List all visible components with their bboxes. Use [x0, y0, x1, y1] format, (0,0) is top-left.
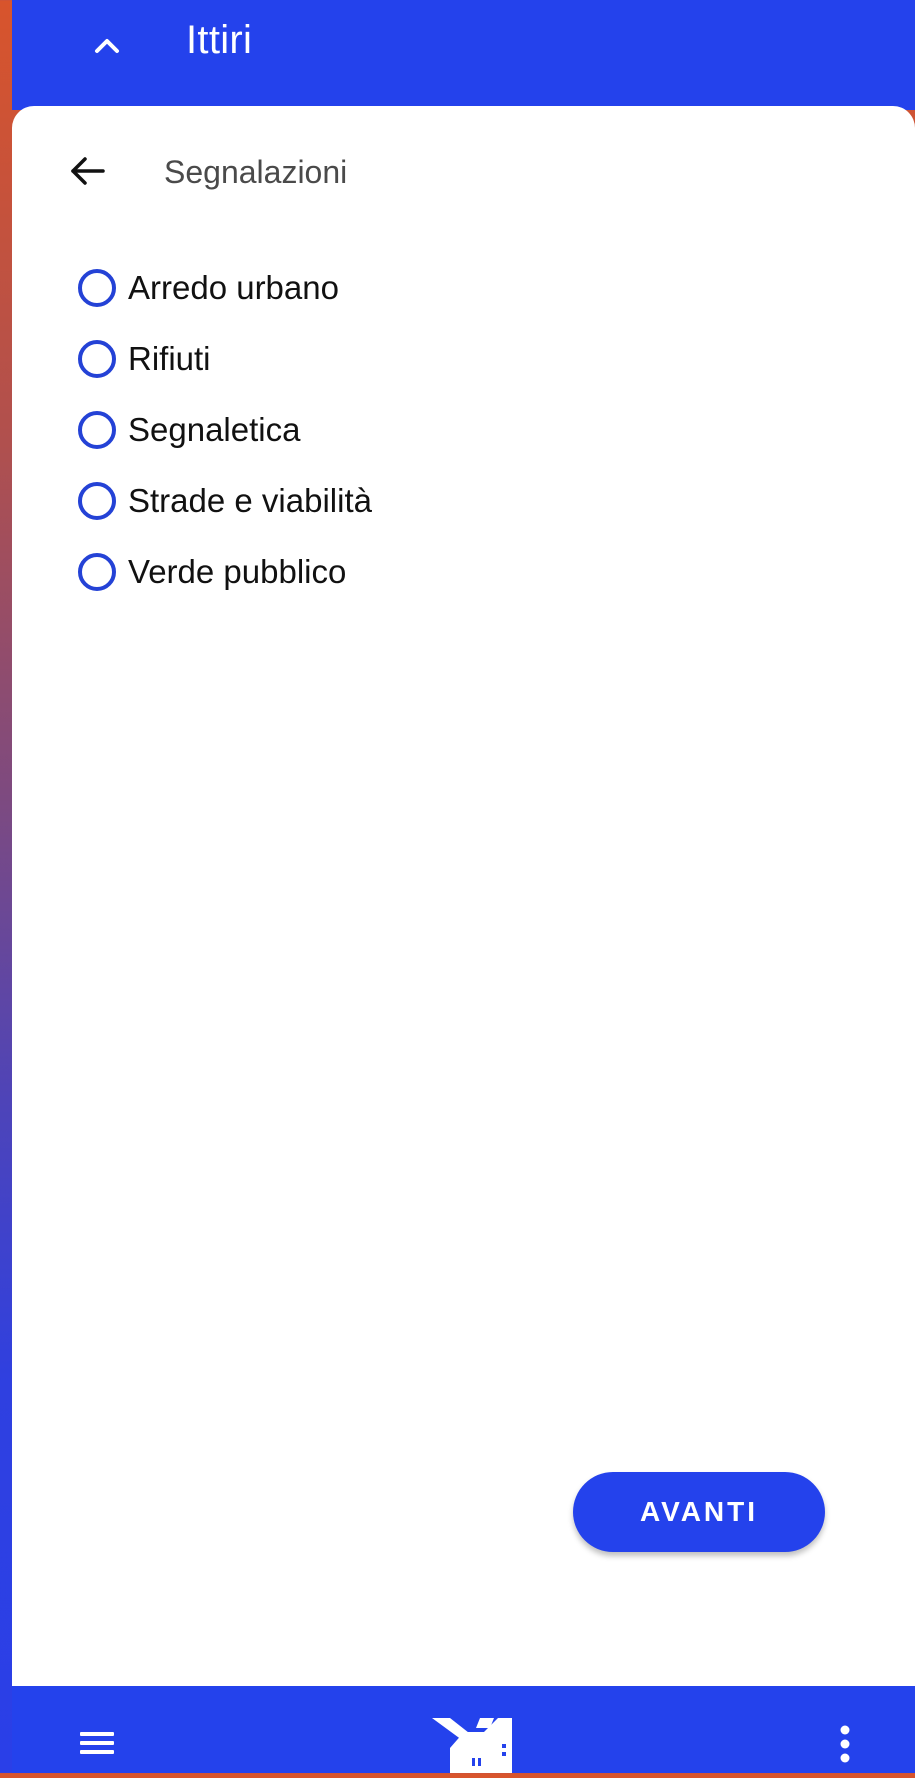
radio-option-rifiuti[interactable]: Rifiuti [78, 323, 372, 394]
radio-option-label: Verde pubblico [128, 552, 347, 590]
radio-option-label: Arredo urbano [128, 268, 339, 306]
radio-button[interactable] [78, 552, 116, 591]
page-title: Segnalazioni [164, 154, 348, 190]
radio-option-label: Segnaletica [128, 410, 301, 448]
app-header: Ittiri [12, 0, 915, 110]
city-logo[interactable] [420, 1714, 530, 1773]
radio-option-arredo-urbano[interactable]: Arredo urbano [78, 252, 372, 323]
more-vertical-icon[interactable] [830, 1722, 860, 1773]
category-radio-list: Arredo urbano Rifiuti Segnaletica Strade… [78, 252, 372, 607]
next-button[interactable]: AVANTI [573, 1472, 825, 1552]
chevron-up-icon[interactable] [86, 24, 128, 66]
radio-option-segnaletica[interactable]: Segnaletica [78, 394, 372, 465]
content-sheet: Segnalazioni Arredo urbano Rifiuti Segna… [12, 106, 915, 1686]
radio-option-strade-e-viabilita[interactable]: Strade e viabilità [78, 465, 372, 536]
radio-button[interactable] [78, 410, 116, 449]
radio-button[interactable] [78, 268, 116, 307]
radio-button[interactable] [78, 339, 116, 378]
radio-option-label: Strade e viabilità [128, 481, 372, 519]
arrow-left-icon[interactable] [62, 146, 112, 196]
radio-option-verde-pubblico[interactable]: Verde pubblico [78, 536, 372, 607]
app-title: Ittiri [186, 18, 253, 62]
bottom-navigation-bar [12, 1686, 915, 1773]
radio-button[interactable] [78, 481, 116, 520]
radio-option-label: Rifiuti [128, 339, 211, 377]
hamburger-menu-icon[interactable] [72, 1722, 122, 1772]
